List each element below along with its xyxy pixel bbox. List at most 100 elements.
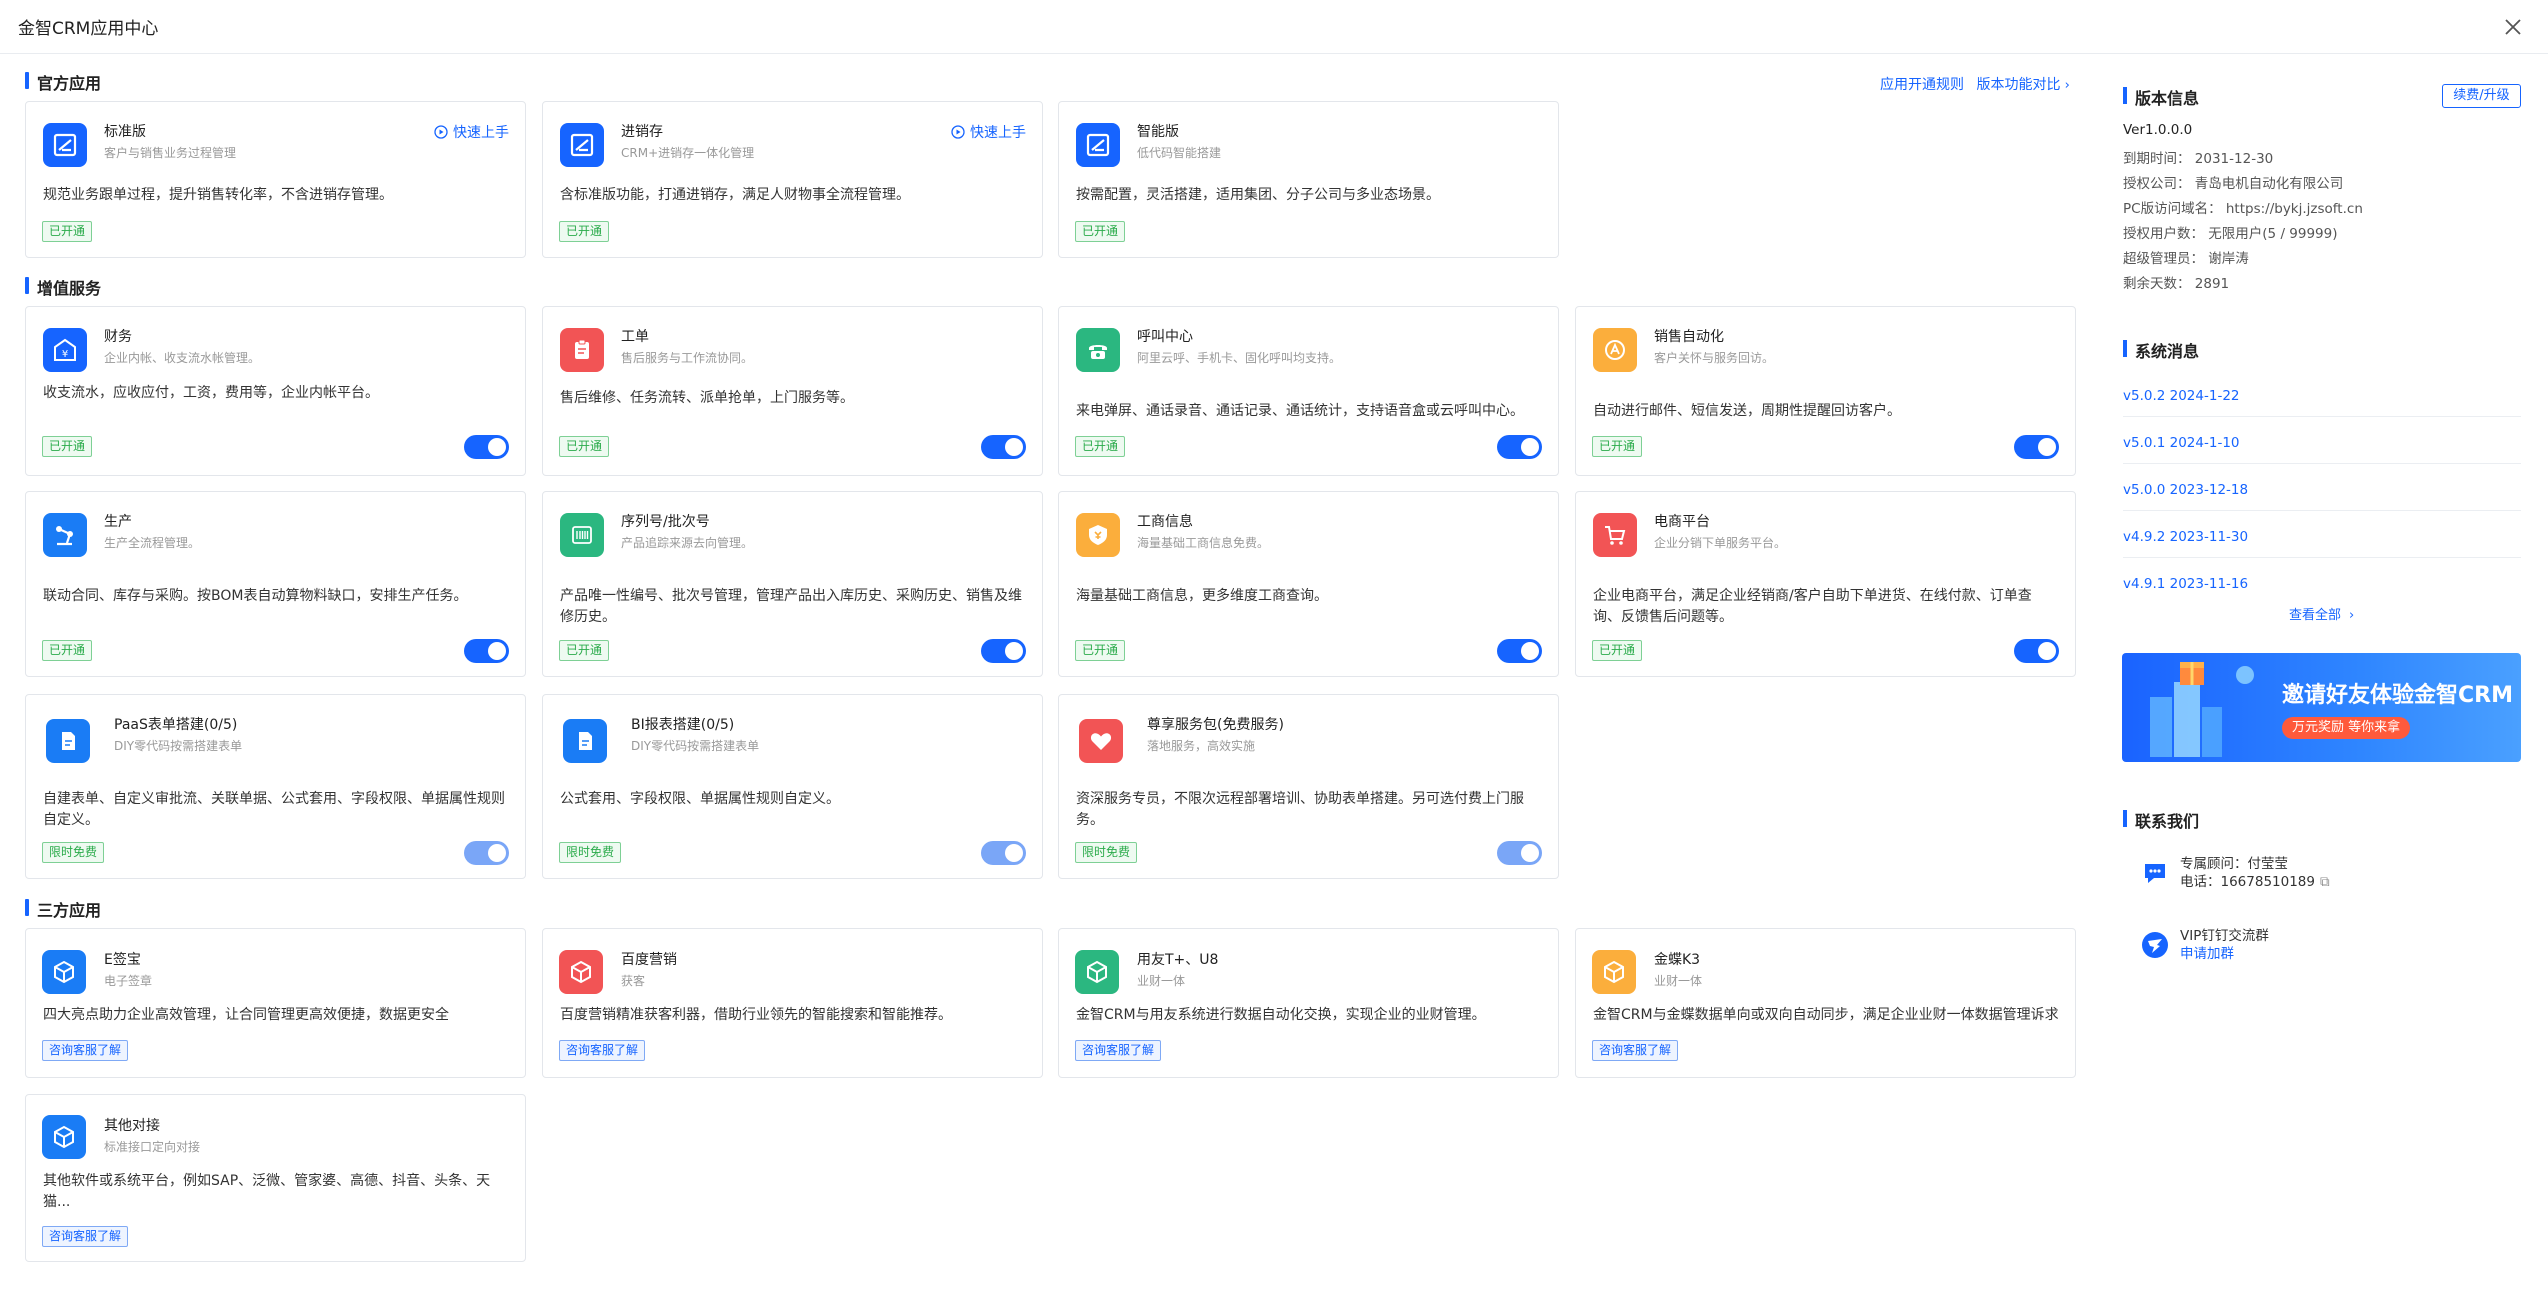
message-item[interactable]: v4.9.2 2023-11-30 — [2123, 529, 2521, 558]
service-toggle[interactable] — [981, 841, 1026, 865]
service-toggle[interactable] — [464, 435, 509, 459]
svg-text:¥: ¥ — [62, 349, 68, 360]
app-title: 其他对接 — [104, 1118, 160, 1134]
close-icon[interactable] — [2498, 12, 2528, 42]
quick-start-link[interactable]: 快速上手 — [434, 122, 509, 142]
gift-buildings-icon — [2150, 662, 2254, 757]
app-subtitle: 获客 — [621, 974, 646, 988]
consult-badge[interactable]: 咨询客服了解 — [42, 1226, 129, 1247]
banner-reward-pill: 万元奖励 等你来拿 — [2282, 717, 2411, 739]
app-description: 含标准版功能，打通进销存，满足人财物事全流程管理。 — [560, 187, 910, 203]
service-subtitle: 落地服务，高效实施 — [1147, 739, 1256, 753]
app-subtitle: 客户与销售业务过程管理 — [104, 146, 237, 160]
service-description: 售后维修、任务流转、派单抢单，上门服务等。 — [560, 390, 854, 406]
service-card-work-order[interactable]: 工单 售后服务与工作流协同。 售后维修、任务流转、派单抢单，上门服务等。 已开通 — [542, 306, 1043, 476]
view-all-link[interactable]: 查看全部 › — [2289, 604, 2354, 623]
consult-badge[interactable]: 咨询客服了解 — [1592, 1040, 1679, 1061]
service-description: 资深服务专员，不限次远程部署培训、协助表单搭建。另可选付费上门服务。 — [1076, 791, 1524, 828]
status-badge: 已开通 — [1075, 436, 1126, 457]
message-item[interactable]: v4.9.1 2023-11-16 — [2123, 576, 2521, 604]
service-toggle[interactable] — [1497, 639, 1542, 663]
app-card-standard[interactable]: 标准版 客户与销售业务过程管理 快速上手 规范业务跟单过程，提升销售转化率，不含… — [25, 101, 526, 258]
service-subtitle: 客户关怀与服务回访。 — [1654, 351, 1775, 365]
service-description: 海量基础工商信息，更多维度工商查询。 — [1076, 588, 1328, 604]
status-badge: 已开通 — [42, 221, 93, 242]
service-card-bi-report[interactable]: BI报表搭建(0/5) DIY零代码按需搭建表单 公式套用、字段权限、单据属性规… — [542, 694, 1043, 879]
clipboard-icon — [560, 328, 604, 372]
status-badge: 已开通 — [1592, 640, 1643, 661]
service-title: 尊享服务包(免费服务) — [1147, 717, 1284, 733]
dingtalk-icon — [2142, 932, 2168, 958]
third-app-card-yonyou[interactable]: 用友T+、U8 业财一体 金智CRM与用友系统进行数据自动化交换，实现企业的业财… — [1058, 928, 1559, 1078]
status-badge: 已开通 — [1075, 640, 1126, 661]
service-toggle[interactable] — [1497, 435, 1542, 459]
service-subtitle: 企业分销下单服务平台。 — [1654, 536, 1787, 550]
service-toggle[interactable] — [464, 639, 509, 663]
service-title: 工商信息 — [1137, 514, 1193, 530]
service-description: 自动进行邮件、短信发送，周期性提醒回访客户。 — [1593, 403, 1901, 419]
top-links: 应用开通规则 版本功能对比 › — [1880, 77, 2070, 93]
service-toggle[interactable] — [2014, 639, 2059, 663]
chevron-right-icon: › — [2349, 608, 2355, 623]
app-card-smart[interactable]: 智能版 低代码智能搭建 按需配置，灵活搭建，适用集团、分子公司与多业态场景。 已… — [1058, 101, 1559, 258]
message-item[interactable]: v5.0.2 2024-1-22 — [2123, 388, 2521, 417]
apply-join-link[interactable]: 申请加群 — [2180, 945, 2269, 963]
service-card-sales-automation[interactable]: 销售自动化 客户关怀与服务回访。 自动进行邮件、短信发送，周期性提醒回访客户。 … — [1575, 306, 2076, 476]
app-description: 其他软件或系统平台，例如SAP、泛微、管家婆、高德、抖音、头条、天猫... — [43, 1173, 491, 1210]
third-app-card-baidu[interactable]: 百度营销 获客 百度营销精准获客利器，借助行业领先的智能搜索和智能推荐。 咨询客… — [542, 928, 1043, 1078]
service-title: 财务 — [104, 329, 132, 345]
app-description: 规范业务跟单过程，提升销售转化率，不含进销存管理。 — [43, 187, 393, 203]
cube-icon — [559, 950, 603, 994]
service-card-serial-batch[interactable]: 序列号/批次号 产品追踪来源去向管理。 产品唯一性编号、批次号管理，管理产品出入… — [542, 491, 1043, 677]
service-card-paas-form[interactable]: PaaS表单搭建(0/5) DIY零代码按需搭建表单 自建表单、自定义审批流、关… — [25, 694, 526, 879]
service-toggle[interactable] — [464, 841, 509, 865]
version-info-title: 版本信息 — [2123, 85, 2199, 109]
service-card-production[interactable]: 生产 生产全流程管理。 联动合同、库存与采购。按BOM表自动算物料缺口，安排生产… — [25, 491, 526, 677]
message-item[interactable]: v5.0.1 2024-1-10 — [2123, 435, 2521, 464]
app-card-inventory[interactable]: 进销存 CRM+进销存一体化管理 快速上手 含标准版功能，打通进销存，满足人财物… — [542, 101, 1043, 258]
app-title: E签宝 — [104, 952, 141, 968]
service-title: PaaS表单搭建(0/5) — [114, 717, 238, 733]
app-subtitle: CRM+进销存一体化管理 — [621, 146, 755, 160]
third-app-card-other[interactable]: 其他对接 标准接口定向对接 其他软件或系统平台，例如SAP、泛微、管家婆、高德、… — [25, 1094, 526, 1262]
service-card-call-center[interactable]: 呼叫中心 阿里云呼、手机卡、固化呼叫均支持。 来电弹屏、通话录音、通话记录、通话… — [1058, 306, 1559, 476]
service-description: 收支流水，应收应付，工资，费用等，企业内帐平台。 — [43, 385, 379, 401]
quick-start-link[interactable]: 快速上手 — [951, 122, 1026, 142]
status-badge: 已开通 — [559, 436, 610, 457]
service-card-finance[interactable]: ¥ 财务 企业内帐、收支流水帐管理。 收支流水，应收应付，工资，费用等，企业内帐… — [25, 306, 526, 476]
service-toggle[interactable] — [981, 639, 1026, 663]
third-app-card-esign[interactable]: E签宝 电子签章 四大亮点助力企业高效管理，让合同管理更高效便捷，数据更安全 咨… — [25, 928, 526, 1078]
app-description: 按需配置，灵活搭建，适用集团、分子公司与多业态场景。 — [1076, 187, 1440, 203]
service-toggle[interactable] — [1497, 841, 1542, 865]
service-card-ecommerce[interactable]: 电商平台 企业分销下单服务平台。 企业电商平台，满足企业经销商/客户自助下单进货… — [1575, 491, 2076, 677]
invite-banner[interactable]: 邀请好友体验金智CRM 万元奖励 等你来拿 — [2122, 653, 2521, 762]
status-badge: 已开通 — [559, 221, 610, 242]
copy-icon[interactable]: ⧉ — [2320, 874, 2330, 890]
consultant-name: 专属顾问：付莹莹 — [2180, 856, 2288, 872]
status-badge: 限时免费 — [42, 842, 105, 863]
status-badge: 限时免费 — [1075, 842, 1138, 863]
service-description: 企业电商平台，满足企业经销商/客户自助下单进货、在线付款、订单查询、反馈售后问题… — [1593, 588, 2032, 625]
service-title: 电商平台 — [1654, 514, 1710, 530]
version-compare-link[interactable]: 版本功能对比 — [1976, 77, 2060, 93]
section-value-added: 增值服务 — [25, 275, 101, 299]
service-title: 工单 — [621, 329, 649, 345]
service-toggle[interactable] — [981, 435, 1026, 459]
app-title: 用友T+、U8 — [1137, 952, 1219, 968]
licensed-company: 授权公司： 青岛电机自动化有限公司 — [2123, 176, 2344, 192]
service-card-premium-package[interactable]: 尊享服务包(免费服务) 落地服务，高效实施 资深服务专员，不限次远程部署培训、协… — [1058, 694, 1559, 879]
consult-badge[interactable]: 咨询客服了解 — [559, 1040, 646, 1061]
service-card-business-info[interactable]: 工商信息 海量基础工商信息免费。 海量基础工商信息，更多维度工商查询。 已开通 — [1058, 491, 1559, 677]
service-toggle[interactable] — [2014, 435, 2059, 459]
consult-badge[interactable]: 咨询客服了解 — [1075, 1040, 1162, 1061]
third-app-card-kingdee[interactable]: 金蝶K3 业财一体 金智CRM与金蝶数据单向或双向自动同步，满足企业业财一体数据… — [1575, 928, 2076, 1078]
service-description: 公式套用、字段权限、单据属性规则自定义。 — [560, 791, 840, 807]
service-title: 呼叫中心 — [1137, 329, 1193, 345]
renew-upgrade-button[interactable]: 续费/升级 — [2442, 84, 2521, 108]
message-item[interactable]: v5.0.0 2023-12-18 — [2123, 482, 2521, 511]
service-subtitle: 生产全流程管理。 — [104, 536, 201, 550]
window-header: 金智CRM应用中心 — [0, 0, 2548, 54]
service-subtitle: 阿里云呼、手机卡、固化呼叫均支持。 — [1137, 351, 1342, 365]
open-rules-link[interactable]: 应用开通规则 — [1880, 77, 1964, 93]
consult-badge[interactable]: 咨询客服了解 — [42, 1040, 129, 1061]
